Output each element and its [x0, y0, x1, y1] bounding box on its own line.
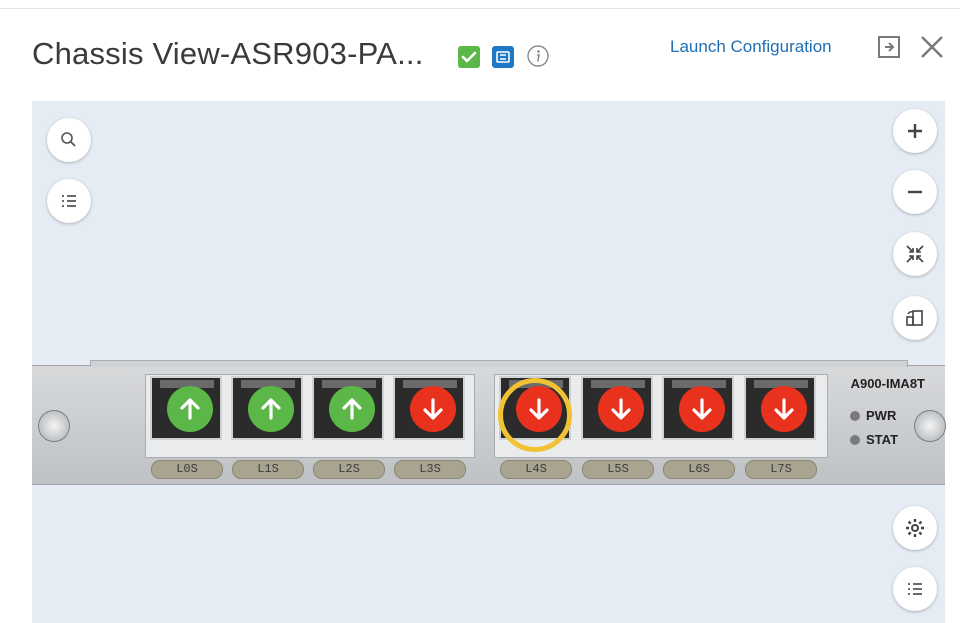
port-label: L7S — [745, 460, 817, 479]
status-down-icon — [410, 386, 456, 432]
zoom-in-button[interactable] — [893, 109, 937, 153]
port-l3s[interactable] — [393, 376, 465, 440]
zoom-out-button[interactable] — [893, 170, 937, 214]
rotate-icon — [904, 307, 926, 329]
search-button[interactable] — [47, 118, 91, 162]
rotate-view-button[interactable] — [893, 296, 937, 340]
port-l0s[interactable] — [150, 376, 222, 440]
status-up-icon — [329, 386, 375, 432]
search-icon — [59, 130, 79, 150]
port-label: L4S — [500, 460, 572, 479]
page-title: Chassis View-ASR903-PA... — [32, 36, 424, 71]
list-icon — [905, 579, 925, 599]
module-top-edge — [90, 360, 908, 367]
port-label: L3S — [394, 460, 466, 479]
status-up-icon — [248, 386, 294, 432]
left-screw — [38, 410, 70, 442]
led-pwr: PWR — [850, 408, 896, 423]
top-divider — [0, 0, 960, 9]
chassis-canvas[interactable]: L0S L1S L2S L3S L4S L5S L6S L7S A900-IMA8T PWR … — [32, 101, 946, 623]
pwr-label: PWR — [866, 408, 897, 423]
network-icon — [492, 46, 514, 68]
settings-button[interactable] — [893, 506, 937, 550]
port-l5s[interactable] — [581, 376, 653, 440]
status-down-icon — [516, 386, 562, 432]
fit-to-view-button[interactable] — [893, 232, 937, 276]
port-label: L1S — [232, 460, 304, 479]
port-l1s[interactable] — [231, 376, 303, 440]
port-l6s[interactable] — [662, 376, 734, 440]
settings-icon — [904, 517, 926, 539]
status-down-icon — [679, 386, 725, 432]
info-icon[interactable] — [526, 44, 550, 68]
fit-icon — [904, 243, 926, 265]
zoom-out-icon — [905, 182, 925, 202]
status-up-icon — [167, 386, 213, 432]
port-label: L5S — [582, 460, 654, 479]
launch-configuration-link[interactable]: Launch Configuration — [670, 37, 832, 57]
line-card-module[interactable]: L0S L1S L2S L3S L4S L5S L6S L7S A900-IMA8T PWR … — [32, 360, 946, 485]
list-icon — [59, 191, 79, 211]
right-screw — [914, 410, 946, 442]
legend-button[interactable] — [893, 567, 937, 611]
port-l7s[interactable] — [744, 376, 816, 440]
status-down-icon — [598, 386, 644, 432]
led-stat: STAT — [850, 432, 898, 447]
close-icon[interactable] — [918, 33, 946, 61]
expand-panel-icon[interactable] — [877, 35, 901, 59]
module-model: A900-IMA8T — [850, 376, 925, 391]
stat-led — [850, 434, 860, 445]
status-down-icon — [761, 386, 807, 432]
port-l4s[interactable] — [499, 376, 571, 440]
port-label: L0S — [151, 460, 223, 479]
stat-label: STAT — [866, 432, 899, 447]
zoom-in-icon — [905, 121, 925, 141]
list-view-button[interactable] — [47, 179, 91, 223]
port-l2s[interactable] — [312, 376, 384, 440]
check-icon — [458, 46, 480, 68]
port-label: L6S — [663, 460, 735, 479]
pwr-led — [850, 410, 860, 421]
port-label: L2S — [313, 460, 385, 479]
